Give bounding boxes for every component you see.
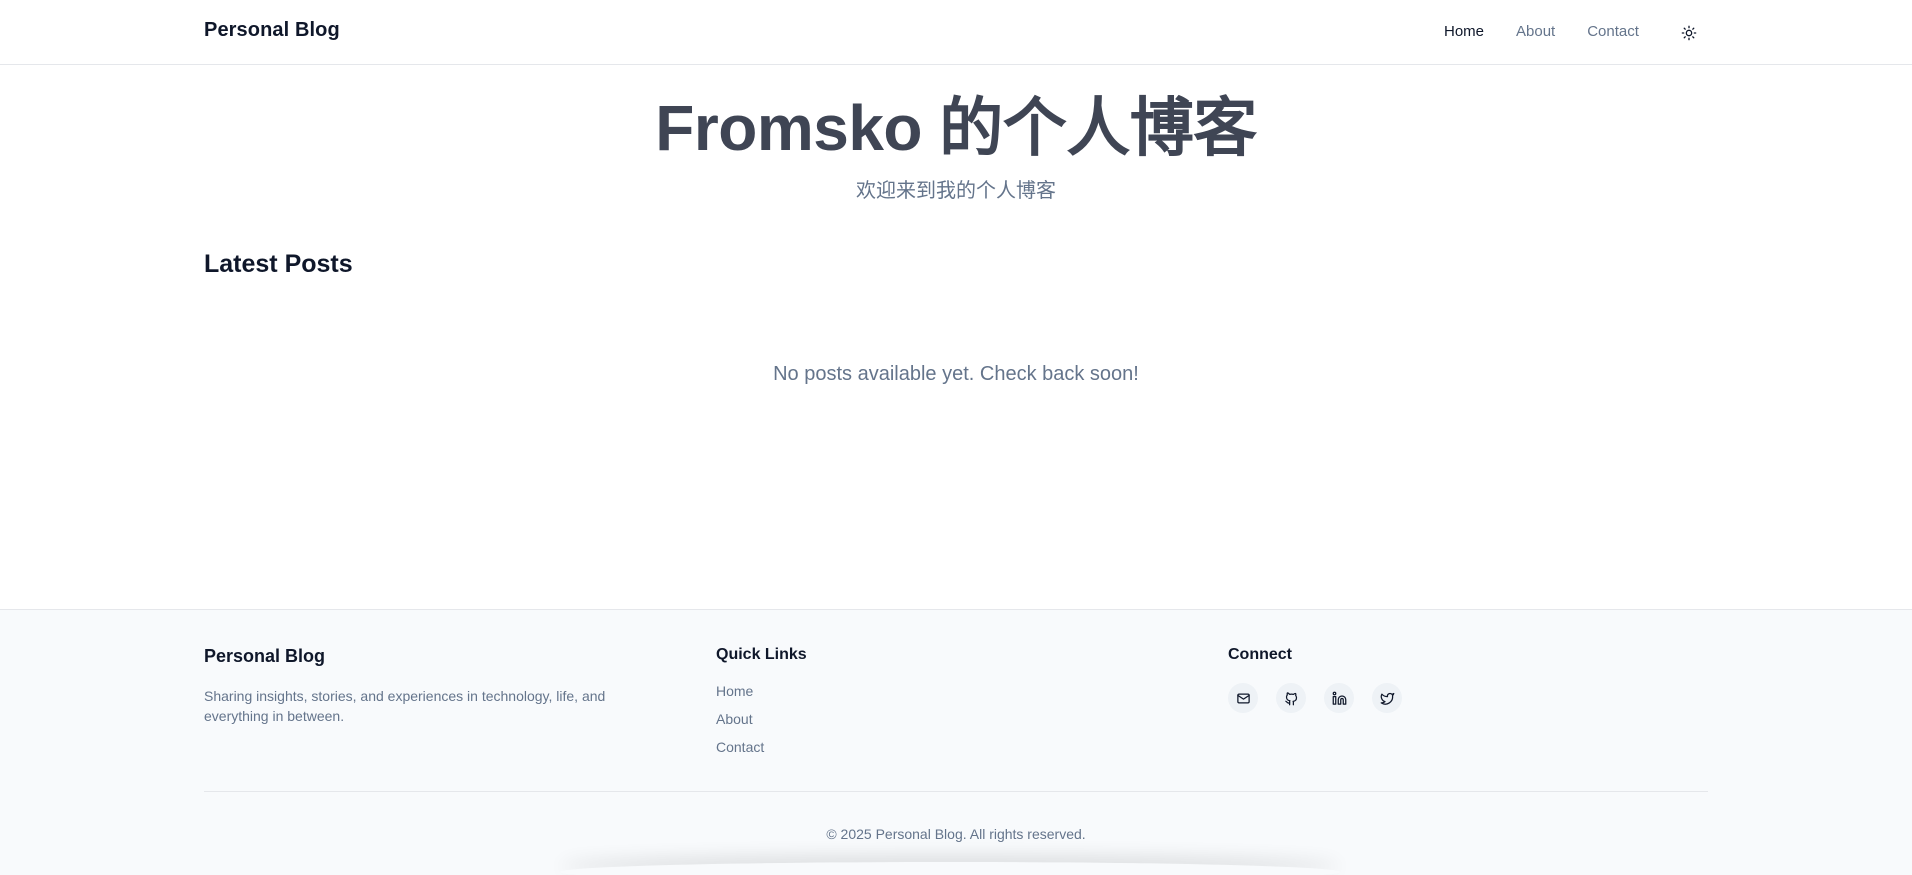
linkedin-button[interactable] bbox=[1324, 683, 1354, 713]
twitter-button[interactable] bbox=[1372, 683, 1402, 713]
quick-links-heading: Quick Links bbox=[716, 646, 807, 663]
nav-contact-link[interactable]: Contact bbox=[1587, 23, 1639, 40]
copyright-text: © 2025 Personal Blog. All rights reserve… bbox=[826, 826, 1086, 842]
empty-posts-message: No posts available yet. Check back soon! bbox=[773, 363, 1139, 385]
quick-links-list: Home About Contact bbox=[716, 683, 764, 767]
sun-icon bbox=[1681, 25, 1697, 41]
linkedin-icon bbox=[1332, 691, 1347, 706]
site-header: Personal Blog Home About Contact bbox=[0, 0, 1912, 65]
github-button[interactable] bbox=[1276, 683, 1306, 713]
footer-home-link[interactable]: Home bbox=[716, 683, 753, 699]
footer-description: Sharing insights, stories, and experienc… bbox=[204, 688, 606, 724]
twitter-icon bbox=[1380, 691, 1395, 706]
brand-link[interactable]: Personal Blog bbox=[204, 19, 340, 42]
hero-title: Fromsko 的个人博客 bbox=[655, 92, 1257, 164]
nav-about-link[interactable]: About bbox=[1516, 23, 1555, 40]
footer-about-link[interactable]: About bbox=[716, 711, 753, 727]
latest-posts-heading: Latest Posts bbox=[204, 250, 353, 278]
main-nav: Home About Contact bbox=[1444, 23, 1671, 40]
footer-contact-link[interactable]: Contact bbox=[716, 739, 764, 755]
github-icon bbox=[1284, 691, 1299, 706]
email-button[interactable] bbox=[1228, 683, 1258, 713]
nav-home-link[interactable]: Home bbox=[1444, 23, 1484, 40]
footer-brand: Personal Blog bbox=[204, 646, 326, 666]
hero-subtitle: 欢迎来到我的个人博客 bbox=[856, 180, 1056, 202]
connect-heading: Connect bbox=[1228, 646, 1292, 663]
theme-toggle-button[interactable] bbox=[1674, 20, 1704, 46]
social-links bbox=[1228, 683, 1420, 713]
bottom-shadow bbox=[560, 862, 1340, 875]
site-footer: Personal Blog Sharing insights, stories,… bbox=[0, 609, 1912, 875]
footer-divider bbox=[204, 791, 1708, 792]
mail-icon bbox=[1236, 691, 1251, 706]
